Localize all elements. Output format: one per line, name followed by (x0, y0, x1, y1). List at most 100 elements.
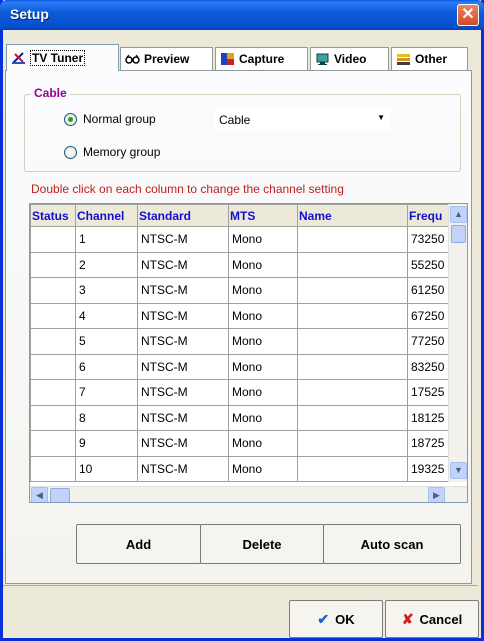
channel-grid[interactable]: Status Channel Standard MTS Name Frequ 1… (29, 203, 468, 503)
table-row[interactable]: 7 NTSC-M Mono 17525 (30, 379, 449, 406)
channel-cell[interactable]: 1 (75, 226, 138, 253)
scroll-down-icon[interactable]: ▼ (450, 462, 467, 479)
mts-cell[interactable]: Mono (228, 404, 298, 431)
mts-cell[interactable]: Mono (228, 430, 298, 457)
name-cell[interactable] (297, 302, 408, 329)
normal-group-radio[interactable]: Normal group (64, 112, 156, 126)
tab-tv-tuner[interactable]: TV Tuner (6, 44, 119, 71)
scroll-up-icon[interactable]: ▲ (450, 206, 467, 223)
cable-select[interactable]: Cable ▼ (214, 109, 390, 130)
name-cell[interactable] (297, 379, 408, 406)
table-row[interactable]: 1 NTSC-M Mono 73250 (30, 226, 449, 253)
status-cell[interactable] (30, 379, 76, 406)
auto-scan-button[interactable]: Auto scan (323, 524, 461, 564)
mts-cell[interactable]: Mono (228, 455, 298, 482)
column-header-status[interactable]: Status (30, 204, 76, 227)
standard-cell[interactable]: NTSC-M (137, 251, 229, 278)
status-cell[interactable] (30, 455, 76, 482)
standard-cell[interactable]: NTSC-M (137, 226, 229, 253)
status-cell[interactable] (30, 251, 76, 278)
vertical-scroll-thumb[interactable] (451, 225, 466, 243)
standard-cell[interactable]: NTSC-M (137, 277, 229, 304)
horizontal-scrollbar[interactable]: ◀ ▶ (30, 486, 467, 502)
name-cell[interactable] (297, 277, 408, 304)
mts-cell[interactable]: Mono (228, 251, 298, 278)
table-row[interactable]: 4 NTSC-M Mono 67250 (30, 302, 449, 329)
column-header-channel[interactable]: Channel (75, 204, 138, 227)
standard-cell[interactable]: NTSC-M (137, 353, 229, 380)
tab-preview[interactable]: Preview (120, 47, 213, 70)
delete-button[interactable]: Delete (200, 524, 324, 564)
frequency-cell[interactable]: 67250 (407, 302, 449, 329)
name-cell[interactable] (297, 226, 408, 253)
column-header-mts[interactable]: MTS (228, 204, 298, 227)
column-header-frequency[interactable]: Frequ (407, 204, 449, 227)
channel-cell[interactable]: 8 (75, 404, 138, 431)
name-cell[interactable] (297, 455, 408, 482)
status-cell[interactable] (30, 328, 76, 355)
channel-cell[interactable]: 9 (75, 430, 138, 457)
channel-cell[interactable]: 2 (75, 251, 138, 278)
tab-video[interactable]: Video (310, 47, 389, 70)
mts-cell[interactable]: Mono (228, 226, 298, 253)
mts-cell[interactable]: Mono (228, 302, 298, 329)
scroll-left-icon[interactable]: ◀ (31, 487, 48, 502)
standard-cell[interactable]: NTSC-M (137, 328, 229, 355)
mts-cell[interactable]: Mono (228, 379, 298, 406)
status-cell[interactable] (30, 353, 76, 380)
add-button[interactable]: Add (76, 524, 201, 564)
frequency-cell[interactable]: 18125 (407, 404, 449, 431)
name-cell[interactable] (297, 328, 408, 355)
channel-cell[interactable]: 7 (75, 379, 138, 406)
mts-cell[interactable]: Mono (228, 353, 298, 380)
column-header-standard[interactable]: Standard (137, 204, 229, 227)
tab-other[interactable]: Other (391, 47, 468, 70)
standard-cell[interactable]: NTSC-M (137, 404, 229, 431)
frequency-cell[interactable]: 17525 (407, 379, 449, 406)
close-button[interactable]: ✕ (457, 4, 479, 26)
vertical-scrollbar[interactable]: ▲ ▼ (448, 204, 467, 482)
standard-cell[interactable]: NTSC-M (137, 455, 229, 482)
channel-cell[interactable]: 3 (75, 277, 138, 304)
channel-cell[interactable]: 10 (75, 455, 138, 482)
frequency-cell[interactable]: 55250 (407, 251, 449, 278)
channel-cell[interactable]: 4 (75, 302, 138, 329)
frequency-cell[interactable]: 19325 (407, 455, 449, 482)
standard-cell[interactable]: NTSC-M (137, 379, 229, 406)
table-row[interactable]: 8 NTSC-M Mono 18125 (30, 404, 449, 431)
status-cell[interactable] (30, 302, 76, 329)
table-row[interactable]: 5 NTSC-M Mono 77250 (30, 328, 449, 355)
table-row[interactable]: 6 NTSC-M Mono 83250 (30, 353, 449, 380)
standard-cell[interactable]: NTSC-M (137, 430, 229, 457)
scroll-right-icon[interactable]: ▶ (428, 487, 445, 502)
frequency-cell[interactable]: 77250 (407, 328, 449, 355)
memory-group-radio[interactable]: Memory group (64, 145, 160, 159)
status-cell[interactable] (30, 430, 76, 457)
title-bar[interactable]: Setup ✕ (0, 0, 484, 30)
frequency-cell[interactable]: 61250 (407, 277, 449, 304)
table-row[interactable]: 2 NTSC-M Mono 55250 (30, 251, 449, 278)
status-cell[interactable] (30, 226, 76, 253)
standard-cell[interactable]: NTSC-M (137, 302, 229, 329)
frequency-cell[interactable]: 18725 (407, 430, 449, 457)
name-cell[interactable] (297, 251, 408, 278)
mts-cell[interactable]: Mono (228, 277, 298, 304)
horizontal-scroll-thumb[interactable] (50, 488, 70, 502)
status-cell[interactable] (30, 277, 76, 304)
column-header-name[interactable]: Name (297, 204, 408, 227)
table-row[interactable]: 3 NTSC-M Mono 61250 (30, 277, 449, 304)
frequency-cell[interactable]: 73250 (407, 226, 449, 253)
name-cell[interactable] (297, 353, 408, 380)
cancel-button[interactable]: ✘ Cancel (385, 600, 479, 638)
status-cell[interactable] (30, 404, 76, 431)
name-cell[interactable] (297, 404, 408, 431)
table-row[interactable]: 10 NTSC-M Mono 19325 (30, 455, 449, 482)
ok-button[interactable]: ✔ OK (289, 600, 383, 638)
mts-cell[interactable]: Mono (228, 328, 298, 355)
table-row[interactable]: 9 NTSC-M Mono 18725 (30, 430, 449, 457)
frequency-cell[interactable]: 83250 (407, 353, 449, 380)
tab-capture[interactable]: Capture (215, 47, 308, 70)
channel-cell[interactable]: 6 (75, 353, 138, 380)
name-cell[interactable] (297, 430, 408, 457)
channel-cell[interactable]: 5 (75, 328, 138, 355)
